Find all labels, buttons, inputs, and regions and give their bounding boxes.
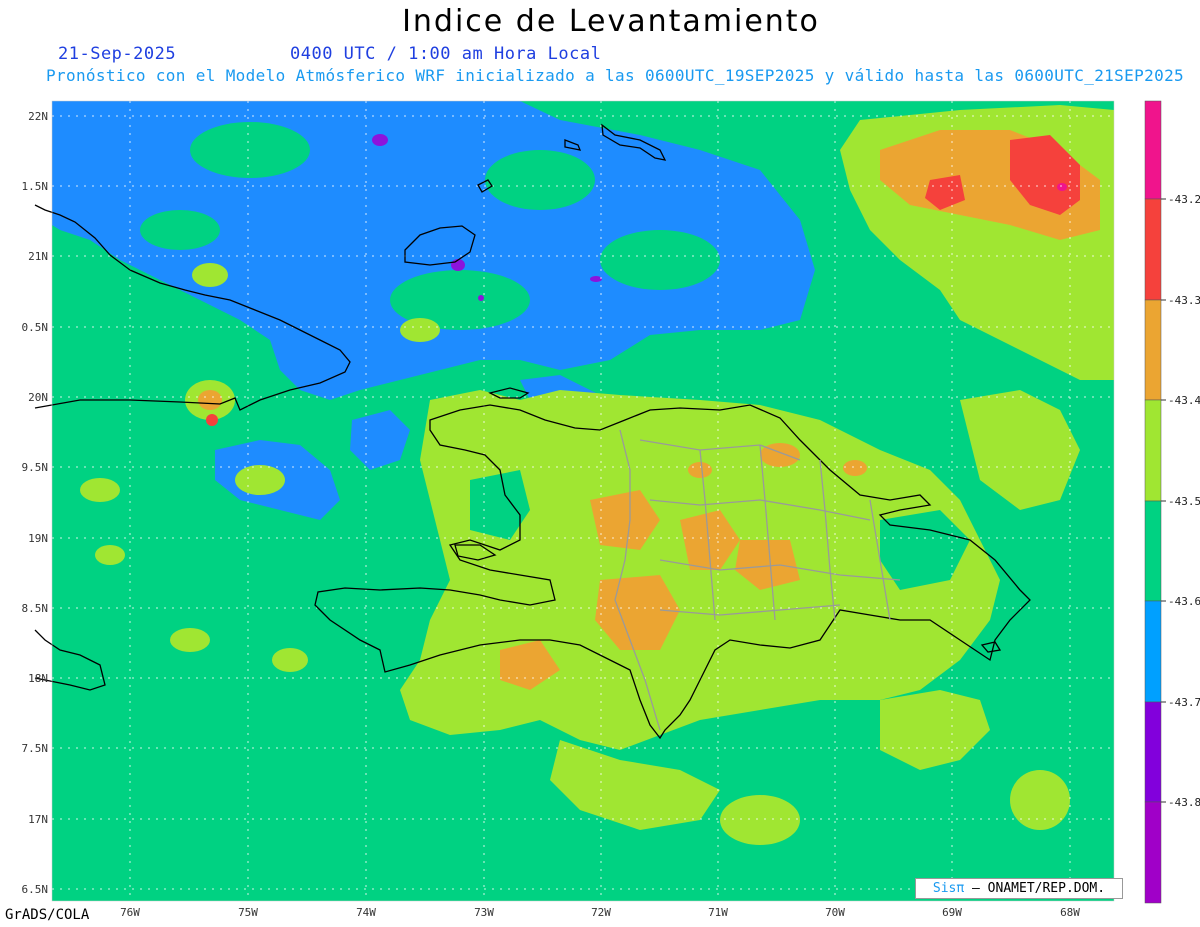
credit-text: – ONAMET/REP.DOM.: [972, 881, 1106, 896]
lat-label: 18N: [28, 672, 48, 685]
lat-label: 6.5N: [22, 883, 49, 896]
lat-label: 0.5N: [22, 321, 49, 334]
credit-brand: Sisπ: [932, 881, 965, 896]
lat-label: 1.5N: [22, 180, 49, 193]
lon-label: 68W: [1060, 906, 1080, 919]
lon-label: 72W: [591, 906, 611, 919]
colorbar-segment: [1144, 801, 1162, 904]
lat-label: 19N: [28, 532, 48, 545]
colorbar-segment: [1144, 701, 1162, 803]
colorbar-segment: [1144, 299, 1162, 401]
colorbar: -43.2 -43.3 -43.4 -43.5 -43.6 -43.7 -43.…: [1144, 100, 1200, 904]
colorbar-segment: [1144, 198, 1162, 301]
lon-label: 71W: [708, 906, 728, 919]
lat-label: 20N: [28, 391, 48, 404]
latitude-axis: 22N 1.5N 21N 0.5N 20N 9.5N 19N 8.5N 18N …: [22, 110, 49, 896]
credit-box: Sisπ – ONAMET/REP.DOM.: [915, 878, 1123, 899]
colorbar-label: -43.3: [1168, 294, 1200, 307]
lon-label: 73W: [474, 906, 494, 919]
colorbar-segment: [1144, 500, 1162, 602]
colorbar-label: -43.6: [1168, 595, 1200, 608]
lon-label: 74W: [356, 906, 376, 919]
colorbar-label: -43.8: [1168, 796, 1200, 809]
colorbar-segment: [1144, 399, 1162, 502]
lon-label: 70W: [825, 906, 845, 919]
lon-label: 69W: [942, 906, 962, 919]
colorbar-segment: [1144, 600, 1162, 703]
longitude-axis: 76W 75W 74W 73W 72W 71W 70W 69W 68W: [120, 906, 1080, 919]
map-figure: 22N 1.5N 21N 0.5N 20N 9.5N 19N 8.5N 18N …: [22, 100, 1200, 919]
lat-label: 7.5N: [22, 742, 49, 755]
lat-label: 17N: [28, 813, 48, 826]
lat-label: 22N: [28, 110, 48, 123]
colorbar-label: -43.2: [1168, 193, 1200, 206]
lifted-index-field: [52, 101, 1114, 901]
lon-label: 75W: [238, 906, 258, 919]
colorbar-label: -43.7: [1168, 696, 1200, 709]
colorbar-label: -43.5: [1168, 495, 1200, 508]
lon-label: 76W: [120, 906, 140, 919]
lat-label: 9.5N: [22, 461, 49, 474]
colorbar-segment: [1144, 100, 1162, 200]
software-label: GrADS/COLA: [5, 907, 90, 923]
lat-label: 21N: [28, 250, 48, 263]
lat-label: 8.5N: [22, 602, 49, 615]
colorbar-label: -43.4: [1168, 394, 1200, 407]
